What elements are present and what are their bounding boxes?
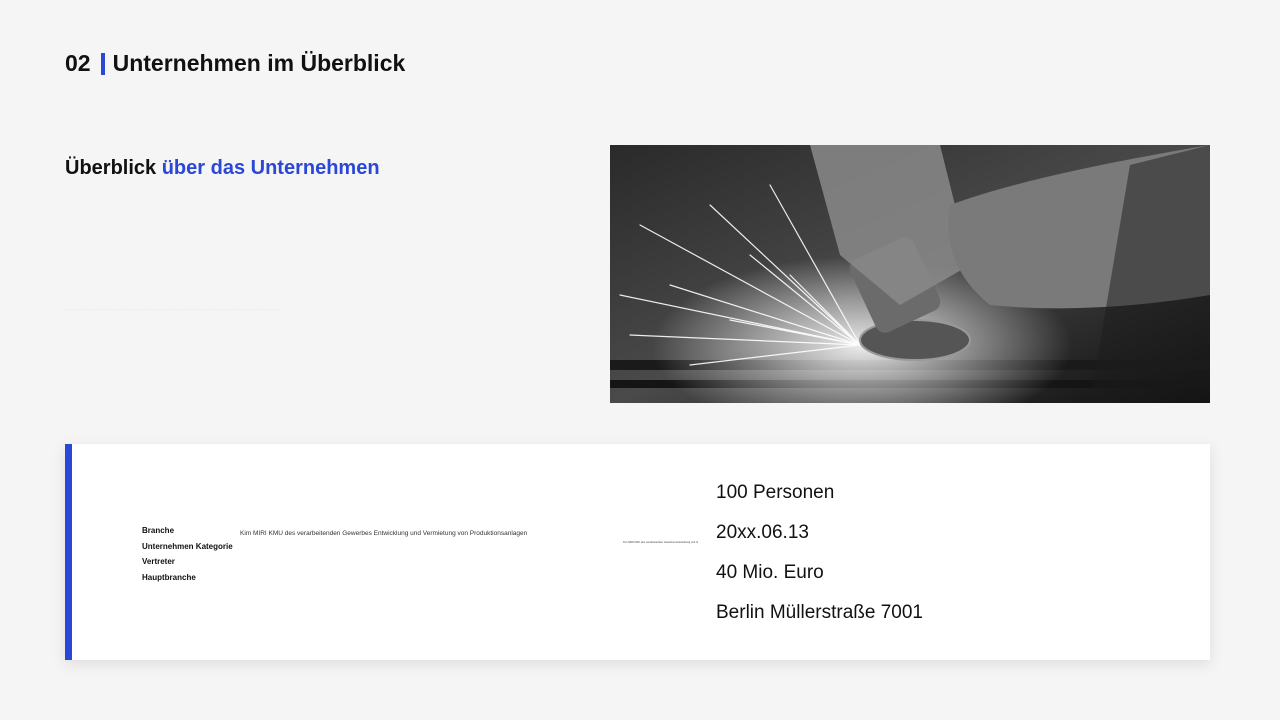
label-kategorie: Unternehmen Kategorie [142,541,233,551]
header-accent-bar [100,52,105,75]
value-date: 20xx.06.13 [716,522,809,543]
subtitle-part-2: über das Unternehmen [161,157,380,179]
grinder-illustration [610,145,1210,403]
value-revenue: 40 Mio. Euro [716,562,824,583]
value-address: Berlin Müllerstraße 7001 [716,602,923,623]
label-hauptbranche: Hauptbranche [142,572,196,582]
card-accent-bar [65,444,72,660]
page-header: 02 Unternehmen im Überblick [65,50,405,77]
subtitle-part-1: Überblick [65,157,157,179]
label-branche: Branche [142,526,175,535]
tiny-text-line: · · · · · · · · · · · · · · · · · · · · … [65,307,279,311]
company-description: Kim MIRI KMU des verarbeitenden Gewerbes… [240,530,528,537]
section-number: 02 [65,50,91,76]
info-values: 100 Personen 20xx.06.13 40 Mio. Euro Ber… [716,480,923,640]
info-labels: Branche Unternehmen Kategorie Vertreter … [142,523,233,585]
company-info-card: Branche Unternehmen Kategorie Vertreter … [65,444,1210,660]
value-personen: 100 Personen [716,482,835,503]
section-subtitle: Überblick über das Unternehmen [65,157,380,180]
label-vertreter: Vertreter [142,557,175,566]
grinder-photo [610,145,1210,403]
tiny-note: Kim MIRI KMU des verarbeitenden Gewerbes… [623,541,698,544]
page-title: Unternehmen im Überblick [112,50,406,76]
